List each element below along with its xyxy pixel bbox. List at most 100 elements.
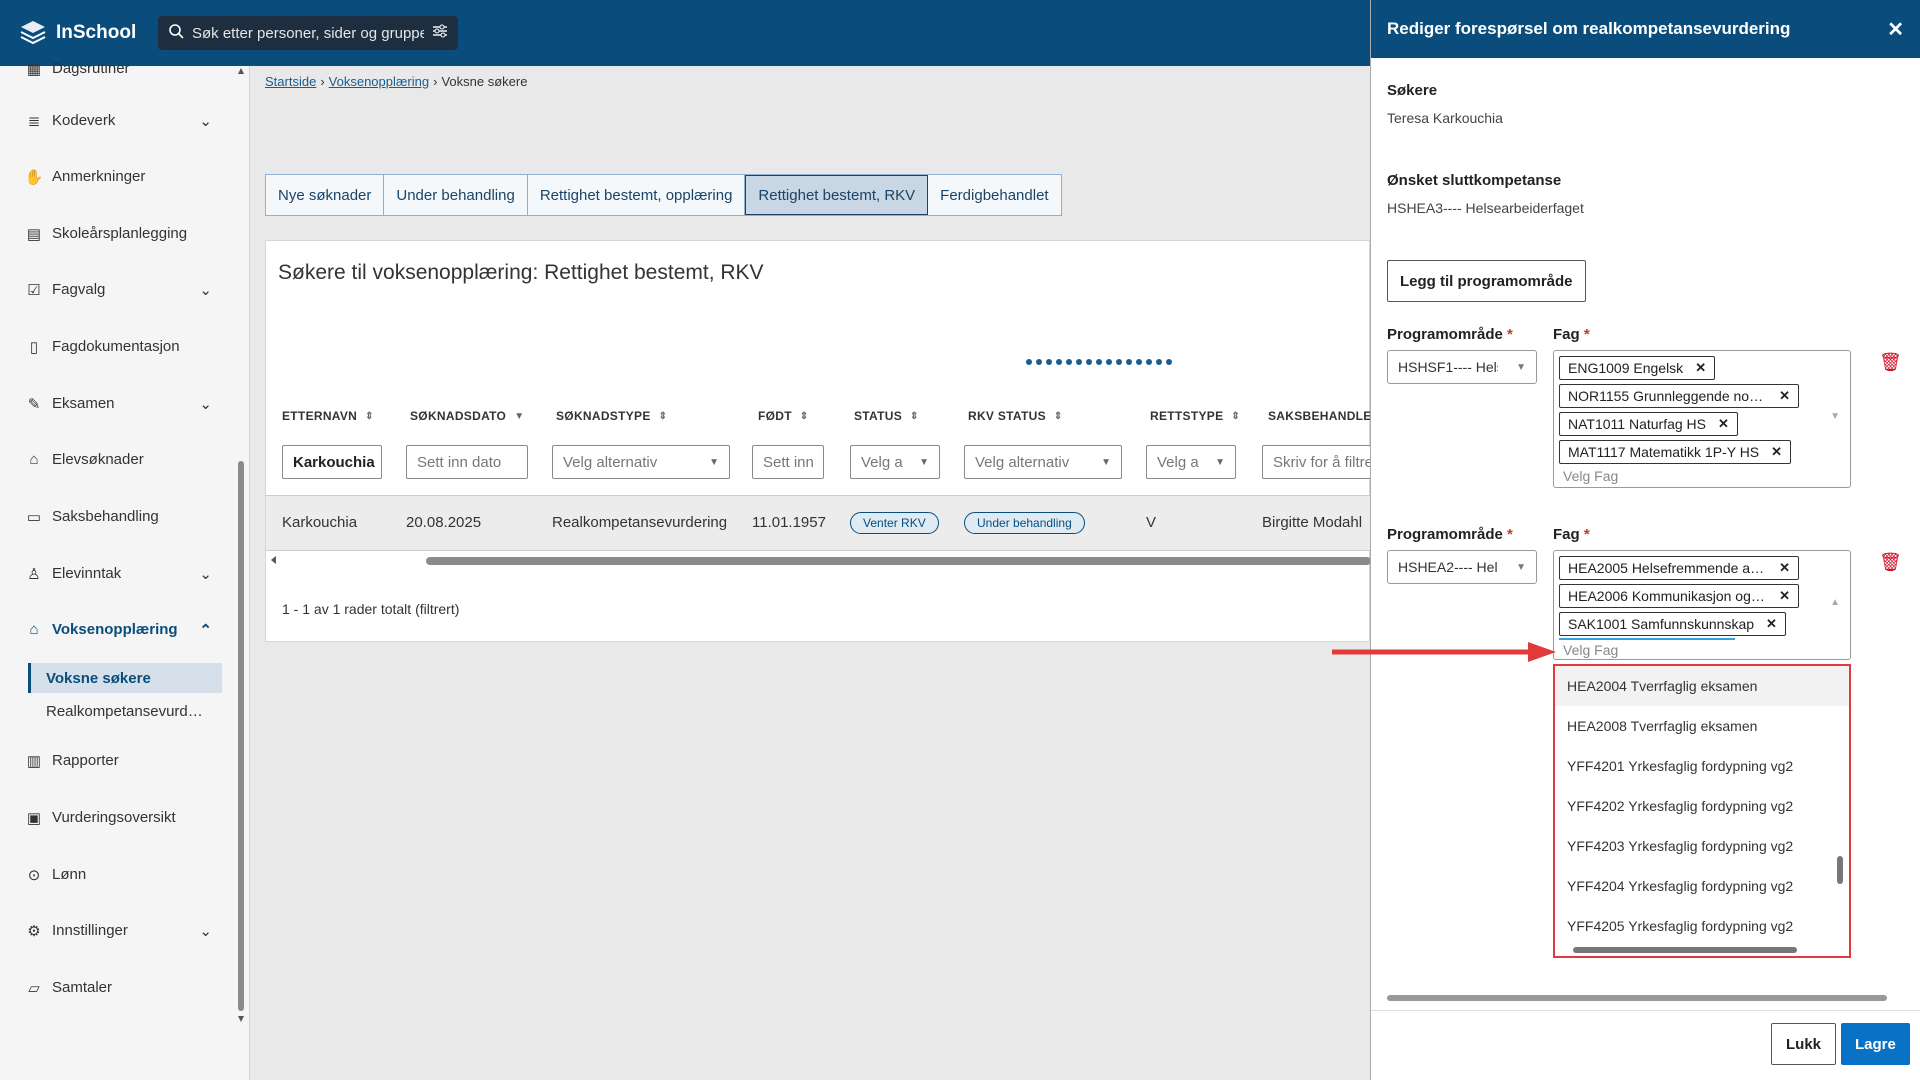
fag-search-input[interactable]: Velg Fag [1559, 466, 1845, 486]
programomrade-select-1[interactable]: HSHSF1---- Helse▼ [1387, 350, 1537, 384]
sort-icon: ⇕ [910, 410, 919, 422]
main-content: Startside › Voksenopplæring › Voksne søker… [251, 66, 1380, 1080]
sidebar-subitem-voksne-sokere[interactable]: Voksne søkere [28, 663, 222, 693]
sidebar-item-samtaler[interactable]: ▱ Samtaler [26, 979, 212, 997]
sidebar-item-fagvalg[interactable]: ☑ Fagvalg ⌄ [26, 281, 212, 299]
dropdown-option[interactable]: YFF4205 Yrkesfaglig fordypning vg2 [1555, 906, 1849, 946]
sidebar: ▦ Dagsrutiner ≣ Kodeverk ⌄ ✋ Anmerkninger ▤ S… [0, 60, 250, 1080]
dropdown-option[interactable]: YFF4203 Yrkesfaglig fordypning vg2 [1555, 826, 1849, 866]
chevron-down-icon[interactable]: ⌄ [199, 395, 212, 413]
scroll-left-icon[interactable] [268, 553, 280, 567]
sidebar-item-fagdokumentasjon[interactable]: ▯ Fagdokumentasjon [26, 338, 212, 356]
chevron-down-icon[interactable]: ⌄ [199, 112, 212, 130]
dropdown-vertical-scrollbar[interactable] [1837, 670, 1845, 940]
filter-rettstype[interactable]: Velg a ▼ [1146, 445, 1236, 479]
sidebar-item-saksbehandling[interactable]: ▭ Saksbehandling [26, 508, 212, 526]
dropdown-option[interactable]: HEA2004 Tverrfaglig eksamen [1555, 666, 1849, 706]
remove-chip-icon[interactable]: ✕ [1695, 360, 1706, 376]
sidebar-item-dagsrutiner[interactable]: ▦ Dagsrutiner [26, 60, 212, 78]
remove-chip-icon[interactable]: ✕ [1779, 388, 1790, 404]
list-check-icon: ☑ [27, 281, 41, 299]
delete-trash-icon[interactable]: 🗑 [1879, 552, 1902, 573]
sluttkompetanse-value: HSHEA3---- Helsearbeiderfaget [1387, 200, 1584, 216]
sidebar-subitem-realkompetansevurdering[interactable]: Realkompetansevurdering [28, 696, 222, 726]
filter-rkv-status[interactable]: Velg alternativ ▼ [964, 445, 1122, 479]
filter-soknadstype[interactable]: Velg alternativ ▼ [552, 445, 730, 479]
table-horizontal-scrollbar[interactable] [266, 553, 1371, 567]
dropdown-option[interactable]: YFF4202 Yrkesfaglig fordypning vg2 [1555, 786, 1849, 826]
close-button[interactable]: Lukk [1771, 1023, 1837, 1065]
chevron-down-icon[interactable]: ⌄ [199, 922, 212, 940]
filter-fodt[interactable]: Sett inn [752, 445, 824, 479]
tab-rettighet-rkv[interactable]: Rettighet bestemt, RKV [745, 175, 929, 215]
column-header-soknadsdato[interactable]: SØKNADSDATO ▼ [410, 409, 524, 423]
dropdown-caret-up-icon[interactable]: ▲ [1830, 597, 1840, 608]
sidebar-item-skolearsplanlegging[interactable]: ▤ Skoleårsplanlegging [26, 225, 212, 243]
sidebar-item-elevsoknader[interactable]: ⌂ Elevsøknader [26, 451, 212, 468]
dropdown-option[interactable]: HEA2008 Tverrfaglig eksamen [1555, 706, 1849, 746]
tab-under-behandling[interactable]: Under behandling [384, 175, 528, 215]
tab-rettighet-opplaering[interactable]: Rettighet bestemt, opplæring [527, 175, 746, 215]
column-header-saksbehandler[interactable]: SAKSBEHANDLER [1268, 409, 1381, 423]
sidebar-item-innstillinger[interactable]: ⚙ Innstillinger ⌄ [26, 922, 212, 940]
dropdown-option[interactable]: YFF4204 Yrkesfaglig fordypning vg2 [1555, 866, 1849, 906]
sidebar-item-lonn[interactable]: ⊙ Lønn [26, 866, 212, 884]
dropdown-option[interactable]: YFF4201 Yrkesfaglig fordypning vg2 [1555, 746, 1849, 786]
table-row[interactable]: Karkouchia 20.08.2025 Realkompetansevurd… [266, 495, 1371, 551]
filter-soknadsdato[interactable]: Sett inn dato [406, 445, 528, 479]
column-header-fodt[interactable]: FØDT ⇕ [758, 409, 809, 423]
remove-chip-icon[interactable]: ✕ [1718, 416, 1729, 432]
save-button[interactable]: Lagre [1841, 1023, 1910, 1065]
fag-multiselect-1[interactable]: ENG1009 Engelsk ✕ NOR1155 Grunnleggende n… [1553, 350, 1851, 488]
column-header-rettstype[interactable]: RETTSTYPE ⇕ [1150, 409, 1240, 423]
fag-search-input[interactable]: Velg Fag [1559, 638, 1735, 660]
sidebar-item-rapporter[interactable]: ▥ Rapporter [26, 752, 212, 770]
remove-chip-icon[interactable]: ✕ [1779, 560, 1790, 576]
breadcrumb-section[interactable]: Voksenopplæring [329, 74, 429, 89]
dropdown-caret-icon[interactable]: ▼ [1830, 411, 1840, 422]
dropdown-caret-icon: ▼ [1516, 361, 1526, 373]
sidebar-item-eksamen[interactable]: ✎ Eksamen ⌄ [26, 395, 212, 413]
filter-etternavn[interactable]: Karkouchia [282, 445, 382, 479]
sidebar-item-anmerkninger[interactable]: ✋ Anmerkninger [25, 168, 212, 186]
app-logo[interactable]: InSchool [18, 18, 140, 48]
delete-trash-icon[interactable]: 🗑 [1879, 352, 1902, 373]
sidebar-item-kodeverk[interactable]: ≣ Kodeverk ⌄ [26, 112, 212, 130]
chevron-up-icon[interactable]: ⌃ [199, 621, 212, 639]
status-tabs: Nye søknader Under behandling Rettighet … [265, 174, 1062, 216]
chevron-down-icon[interactable]: ⌄ [199, 281, 212, 299]
tab-nye-soknader[interactable]: Nye søknader [266, 175, 385, 215]
tab-ferdigbehandlet[interactable]: Ferdigbehandlet [928, 175, 1061, 215]
sidebar-item-vurderingsoversikt[interactable]: ▣ Vurderingsoversikt [26, 809, 212, 827]
close-icon[interactable]: ✕ [1887, 17, 1904, 42]
sokere-label: Søkere [1387, 82, 1438, 99]
column-header-etternavn[interactable]: ETTERNAVN ⇕ [282, 409, 374, 423]
remove-chip-icon[interactable]: ✕ [1766, 616, 1777, 632]
remove-chip-icon[interactable]: ✕ [1771, 444, 1782, 460]
app-name: InSchool [56, 22, 137, 43]
applicants-card: Søkere til voksenopplæring: Rettighet be… [265, 240, 1380, 642]
sort-icon: ⇕ [365, 410, 374, 422]
dropdown-horizontal-scrollbar[interactable] [1561, 944, 1841, 954]
sidebar-item-voksenopplaering[interactable]: ⌂ Voksenopplæring ⌃ [26, 621, 212, 639]
sluttkompetanse-label: Ønsket sluttkompetanse [1387, 172, 1562, 189]
column-header-status[interactable]: STATUS ⇕ [854, 409, 919, 423]
global-search[interactable]: Søk etter personer, sider og grupper [158, 16, 458, 50]
add-programomrade-button[interactable]: Legg til programområde [1387, 260, 1586, 302]
sort-icon: ⇕ [799, 410, 809, 422]
filter-saksbehandler[interactable]: Skriv for å filtrere [1262, 445, 1371, 479]
filter-settings-icon[interactable] [432, 23, 448, 43]
column-header-rkv-status[interactable]: RKV STATUS ⇕ [968, 409, 1063, 423]
sidebar-item-elevinntak[interactable]: ♙ Elevinntak ⌄ [26, 565, 212, 583]
fag-multiselect-2[interactable]: HEA2005 Helsefremmende arbeid ✕ HEA2006 K… [1553, 550, 1851, 660]
column-header-soknadstype[interactable]: SØKNADSTYPE ⇕ [556, 409, 667, 423]
cell-saksbehandler: Birgitte Modahl [1262, 514, 1363, 531]
programomrade-select-2[interactable]: HSHEA2---- Helse▼ [1387, 550, 1537, 584]
search-input[interactable]: Søk etter personer, sider og grupper [192, 25, 424, 42]
filter-status[interactable]: Velg a ▼ [850, 445, 940, 479]
remove-chip-icon[interactable]: ✕ [1779, 588, 1790, 604]
panel-horizontal-scrollbar[interactable] [1377, 992, 1917, 1004]
chevron-down-icon[interactable]: ⌄ [199, 565, 212, 583]
sidebar-scrollbar[interactable] [236, 66, 246, 1026]
breadcrumb-home[interactable]: Startside [265, 74, 316, 89]
